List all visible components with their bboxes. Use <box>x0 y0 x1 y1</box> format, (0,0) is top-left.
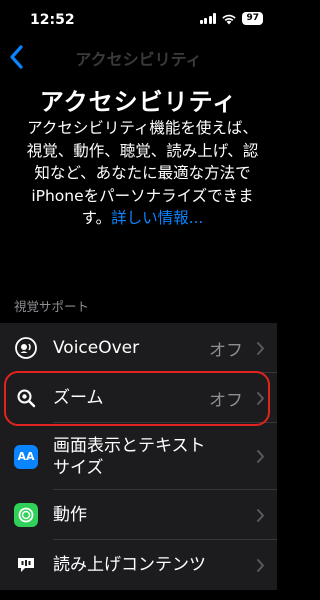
row-value: オフ <box>209 340 243 361</box>
row-label: 画面表示とテキストサイズ <box>53 435 206 478</box>
voiceover-icon <box>14 336 38 360</box>
chevron-right-icon <box>257 508 264 522</box>
cellular-signal-icon <box>199 13 217 24</box>
text-size-icon: AA <box>14 444 38 469</box>
learn-more-link[interactable]: 詳しい情報... <box>111 209 203 227</box>
row-label: 動作 <box>53 505 87 525</box>
battery-indicator: 97 <box>242 12 263 25</box>
text-size-icon-glyph: AA <box>17 450 35 463</box>
row-label: 読み上げコンテンツ <box>53 555 206 575</box>
chevron-right-icon <box>257 558 264 572</box>
chevron-right-icon <box>257 450 264 463</box>
voiceover-row[interactable]: VoiceOver オフ <box>0 323 277 373</box>
intro-text: アクセシビリティ機能を使えば、視覚、動作、聴覚、読み上げ、認知など、あなたに最適… <box>20 117 265 230</box>
nav-title: アクセシビリティ <box>75 50 202 69</box>
section-header-vision: 視覚サポート <box>14 299 90 314</box>
chevron-right-icon <box>257 341 264 355</box>
navigation-bar: アクセシビリティ <box>0 38 277 78</box>
page-title: アクセシビリティ <box>39 88 238 116</box>
display-text-size-row[interactable]: AA 画面表示とテキストサイズ <box>0 423 277 490</box>
motion-row[interactable]: 動作 <box>0 490 277 540</box>
status-icons: 97 <box>199 12 263 25</box>
vision-settings-list: VoiceOver オフ ズーム オフ AA 画面表示とテキストサイズ 動作 読… <box>0 323 277 590</box>
zoom-highlight-annotation <box>4 371 270 426</box>
row-label: VoiceOver <box>53 338 140 358</box>
spoken-content-row[interactable]: 読み上げコンテンツ <box>0 540 277 590</box>
status-bar: 12:52 97 <box>0 0 277 38</box>
status-time: 12:52 <box>30 12 75 28</box>
spoken-content-icon <box>14 553 38 577</box>
motion-icon <box>14 503 38 527</box>
wifi-icon <box>222 14 237 24</box>
